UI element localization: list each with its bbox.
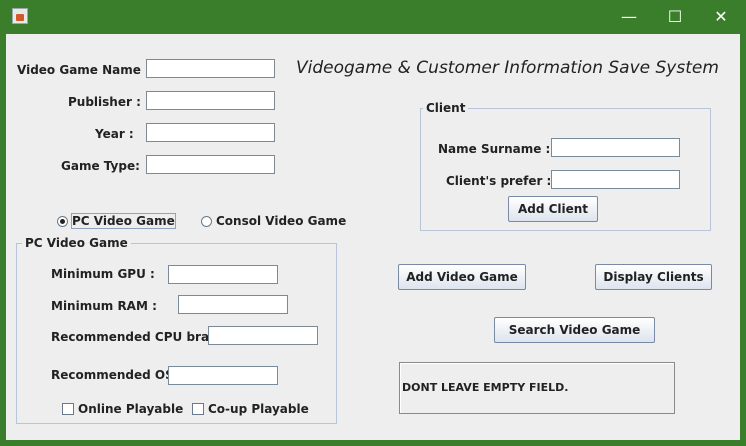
add-video-game-button[interactable]: Add Video Game	[398, 264, 526, 290]
online-playable-checkbox[interactable]: Online Playable	[62, 402, 183, 416]
minimum-gpu-field[interactable]	[168, 265, 278, 284]
recommended-os-label: Recommended OS :	[51, 368, 183, 382]
console-video-game-radio-label: Consol Video Game	[216, 214, 347, 228]
recommended-os-field[interactable]	[168, 366, 278, 385]
recommended-cpu-field[interactable]	[208, 326, 318, 345]
pc-video-game-radio[interactable]: PC Video Game	[57, 213, 176, 229]
display-clients-button[interactable]: Display Clients	[595, 264, 712, 290]
game-type-label: Game Type:	[61, 159, 140, 173]
java-app-icon	[12, 8, 28, 24]
checkbox-icon	[192, 403, 204, 415]
title-bar: — ☐ ✕	[0, 0, 746, 34]
coop-playable-label: Co-up Playable	[208, 402, 309, 416]
app-heading: Videogame & Customer Information Save Sy…	[296, 58, 719, 78]
publisher-field[interactable]	[146, 91, 275, 110]
checkbox-icon	[62, 403, 74, 415]
client-group-title: Client	[423, 101, 469, 115]
radio-unselected-icon	[201, 215, 212, 227]
publisher-label: Publisher :	[68, 95, 141, 109]
video-game-name-field[interactable]	[146, 59, 275, 78]
name-surname-label: Name Surname :	[438, 142, 551, 156]
online-playable-label: Online Playable	[78, 402, 184, 416]
status-message: DONT LEAVE EMPTY FIELD.	[402, 381, 569, 394]
year-field[interactable]	[146, 123, 275, 142]
minimize-button[interactable]: —	[606, 0, 652, 34]
status-message-box: DONT LEAVE EMPTY FIELD.	[399, 362, 675, 414]
minimum-ram-label: Minimum RAM :	[51, 299, 157, 313]
clients-prefer-label: Client's prefer :	[446, 174, 552, 188]
pc-video-game-group-title: PC Video Game	[22, 236, 131, 250]
console-video-game-radio[interactable]: Consol Video Game	[201, 214, 346, 228]
pc-video-game-radio-label: PC Video Game	[71, 213, 176, 229]
minimum-ram-field[interactable]	[178, 295, 288, 314]
close-button[interactable]: ✕	[698, 0, 744, 34]
minimum-gpu-label: Minimum GPU :	[51, 267, 155, 281]
search-video-game-button[interactable]: Search Video Game	[494, 317, 655, 343]
add-client-button[interactable]: Add Client	[508, 196, 598, 222]
clients-prefer-field[interactable]	[551, 170, 680, 189]
video-game-name-label: Video Game Name :	[17, 63, 150, 77]
maximize-button[interactable]: ☐	[652, 0, 698, 34]
radio-selected-icon	[57, 215, 68, 227]
window-content: Video Game Name : Publisher : Year : Gam…	[6, 34, 740, 440]
game-type-field[interactable]	[146, 155, 275, 174]
name-surname-field[interactable]	[551, 138, 680, 157]
coop-playable-checkbox[interactable]: Co-up Playable	[192, 402, 309, 416]
year-label: Year :	[95, 127, 134, 141]
